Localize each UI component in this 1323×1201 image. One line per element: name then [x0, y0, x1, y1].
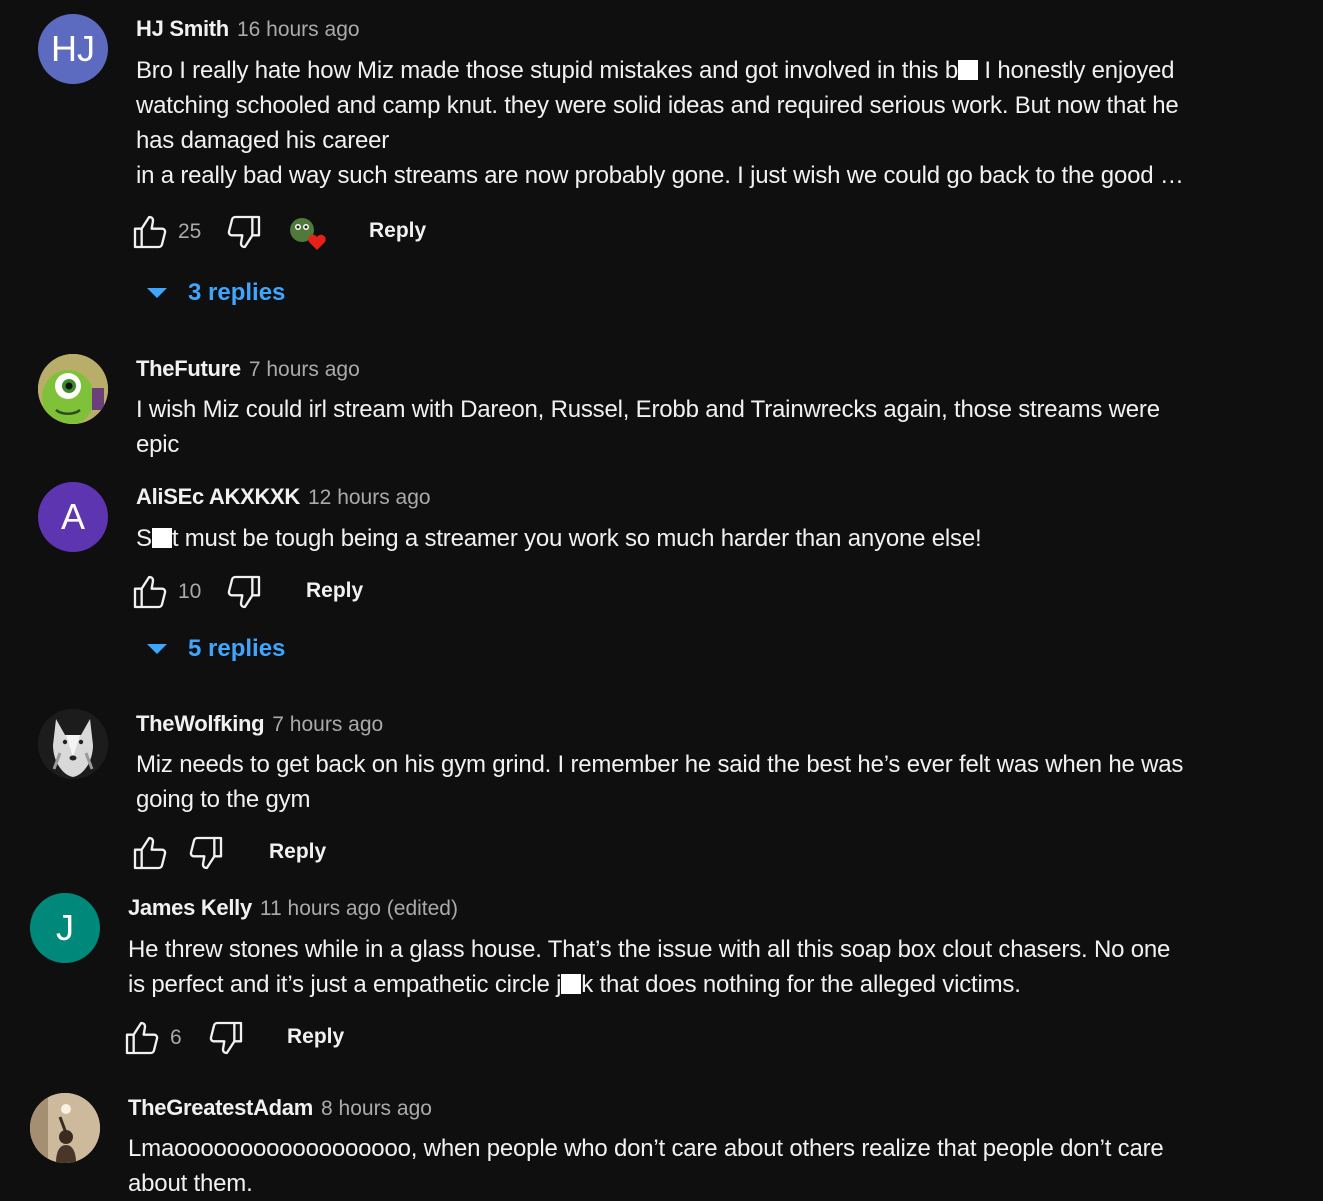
like-button[interactable] — [130, 572, 170, 612]
comment-header: James Kelly 11 hours ago (edited) — [128, 895, 458, 921]
reply-button[interactable]: Reply — [287, 1025, 344, 1049]
author-name[interactable]: HJ Smith — [136, 16, 229, 42]
like-button[interactable] — [122, 1018, 162, 1058]
avatar[interactable]: A — [38, 482, 108, 552]
censor-block — [561, 974, 582, 994]
author-name[interactable]: TheFuture — [136, 356, 241, 382]
comment-actions: Reply — [130, 833, 390, 877]
comment-text: I wish Miz could irl stream with Dareon,… — [136, 396, 1160, 458]
reply-button[interactable]: Reply — [306, 579, 363, 603]
comment-header: TheGreatestAdam 8 hours ago — [128, 1095, 432, 1121]
view-replies-button[interactable]: 3 replies — [146, 279, 285, 307]
comment-header: AliSEc AKXKXK 12 hours ago — [136, 484, 431, 510]
like-button[interactable] — [130, 212, 170, 252]
censor-block — [957, 60, 978, 80]
comment-text: St must be tough being a streamer you wo… — [136, 525, 982, 552]
avatar[interactable] — [30, 1093, 100, 1163]
wolf-avatar-image — [38, 709, 108, 779]
like-button[interactable] — [130, 833, 170, 873]
comment-header: TheFuture 7 hours ago — [136, 356, 360, 382]
author-name[interactable]: TheWolfking — [136, 711, 265, 737]
timestamp[interactable]: 8 hours ago — [321, 1097, 432, 1121]
author-name[interactable]: TheGreatestAdam — [128, 1095, 313, 1121]
dislike-button[interactable] — [224, 572, 264, 612]
timestamp[interactable]: 12 hours ago — [308, 486, 431, 510]
reply-button[interactable]: Reply — [369, 219, 426, 243]
avatar[interactable] — [38, 709, 108, 779]
like-count: 10 — [178, 580, 202, 603]
timestamp[interactable]: 11 hours ago (edited) — [260, 897, 458, 921]
like-count: 6 — [170, 1026, 182, 1049]
comment-text: Bro I really hate how Miz made those stu… — [136, 57, 1184, 189]
chevron-down-icon — [147, 644, 167, 654]
timestamp[interactable]: 7 hours ago — [249, 358, 360, 382]
dislike-button[interactable] — [186, 833, 226, 873]
comment-text: Lmaoooooooooooooooooo, when people who d… — [128, 1135, 1164, 1197]
person-photo-avatar-image — [30, 1093, 100, 1163]
view-replies-button[interactable]: 5 replies — [146, 635, 285, 663]
dislike-button[interactable] — [224, 212, 264, 252]
author-name[interactable]: James Kelly — [128, 895, 252, 921]
comment-header: TheWolfking 7 hours ago — [136, 711, 383, 737]
comment-actions: 10 Reply — [130, 572, 430, 616]
comment-text: He threw stones while in a glass house. … — [128, 936, 1171, 998]
avatar-initials: A — [60, 496, 85, 537]
creator-heart-icon — [290, 218, 326, 250]
replies-count: 5 replies — [188, 635, 286, 662]
avatar[interactable] — [38, 354, 108, 424]
replies-count: 3 replies — [188, 279, 286, 306]
mike-wazowski-avatar-image — [38, 354, 108, 424]
like-count: 25 — [178, 220, 202, 243]
reply-button[interactable]: Reply — [269, 840, 326, 864]
comment-header: HJ Smith 16 hours ago — [136, 16, 360, 42]
avatar[interactable]: HJ — [38, 14, 108, 84]
avatar-initials: J — [56, 907, 74, 948]
comment-actions: 25 Reply — [130, 212, 530, 256]
censor-block — [151, 528, 172, 548]
timestamp[interactable]: 7 hours ago — [272, 713, 383, 737]
timestamp[interactable]: 16 hours ago — [237, 18, 360, 42]
avatar[interactable]: J — [30, 893, 100, 963]
chevron-down-icon — [147, 288, 167, 298]
author-name[interactable]: AliSEc AKXKXK — [136, 484, 300, 510]
dislike-button[interactable] — [206, 1018, 246, 1058]
comment-text: Miz needs to get back on his gym grind. … — [136, 751, 1184, 813]
avatar-initials: HJ — [51, 28, 95, 69]
comment-actions: 6 Reply — [122, 1018, 422, 1062]
